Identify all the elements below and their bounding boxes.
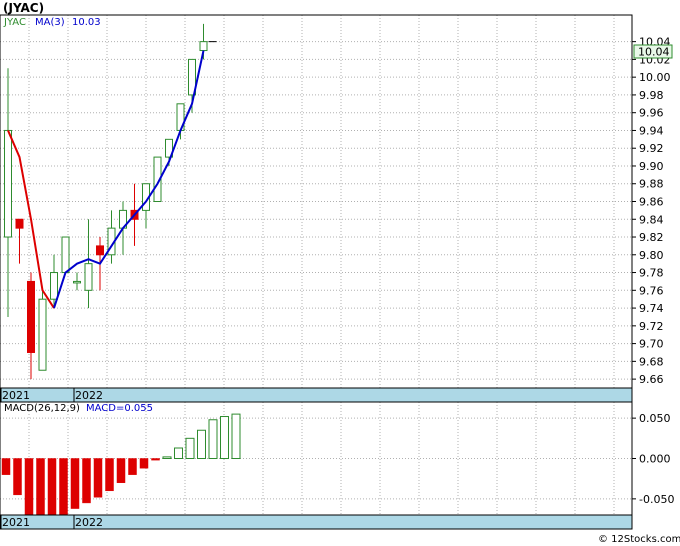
price-tick-label: 9.90 bbox=[639, 160, 664, 173]
price-tick-label: 9.72 bbox=[639, 320, 664, 333]
macd-bar-negative bbox=[24, 458, 34, 516]
macd-bar-positive bbox=[185, 437, 195, 460]
macd-bar-negative bbox=[151, 458, 160, 461]
year-label: 2021 bbox=[2, 516, 30, 529]
price-tick-label: 9.78 bbox=[639, 267, 664, 280]
price-tick-label: 9.68 bbox=[639, 355, 664, 368]
stock-chart: (JYAC) 10.0410.0210.009.989.969.949.929.… bbox=[0, 0, 680, 546]
macd-bar-positive bbox=[197, 429, 206, 459]
year-label: 2022 bbox=[75, 389, 103, 402]
price-tick-label: 9.94 bbox=[639, 124, 664, 137]
candle-down bbox=[96, 245, 104, 256]
candle-down bbox=[27, 280, 35, 353]
legend-ma-label: MA(3) bbox=[35, 17, 65, 28]
candle-up bbox=[84, 263, 93, 291]
macd-bar-negative bbox=[93, 458, 103, 498]
last-price-badge: 10.04 bbox=[633, 44, 673, 59]
price-legend: JYAC MA(3) 10.03 bbox=[3, 17, 101, 28]
candle-up bbox=[38, 298, 47, 371]
candle-up bbox=[73, 280, 81, 284]
price-tick-label: 9.76 bbox=[639, 284, 664, 297]
price-tick-label: 9.86 bbox=[639, 196, 664, 209]
price-tick-label: 9.96 bbox=[639, 107, 664, 120]
macd-tick-label: 0.050 bbox=[639, 412, 671, 425]
macd-bar-negative bbox=[139, 458, 149, 469]
macd-bar-negative bbox=[116, 458, 126, 483]
price-tick-label: 9.74 bbox=[639, 302, 664, 315]
price-tick-label: 9.84 bbox=[639, 213, 664, 226]
macd-bar-negative bbox=[13, 458, 22, 496]
macd-bar-negative bbox=[128, 458, 137, 475]
macd-tick-label: 0.000 bbox=[639, 453, 671, 466]
chart-title: (JYAC) bbox=[3, 1, 44, 15]
macd-bar-negative bbox=[47, 458, 57, 521]
macd-bar-negative bbox=[59, 458, 68, 516]
price-tick-label: 9.92 bbox=[639, 142, 664, 155]
macd-bar-negative bbox=[36, 458, 45, 522]
price-tick-label: 9.88 bbox=[639, 178, 664, 191]
watermark: © 12Stocks.com bbox=[598, 534, 680, 545]
candle-up bbox=[199, 41, 208, 52]
price-tick-label: 9.66 bbox=[639, 373, 664, 386]
macd-bar-positive bbox=[220, 416, 229, 459]
macd-bar-positive bbox=[231, 413, 241, 460]
candle-up bbox=[4, 129, 12, 238]
macd-legend-label: MACD(26,12,9) bbox=[4, 403, 80, 414]
candle-up bbox=[61, 236, 70, 274]
macd-bar-positive bbox=[174, 447, 183, 459]
legend-ma-value: 10.03 bbox=[72, 17, 101, 28]
macd-bar-positive bbox=[162, 456, 172, 459]
price-tick-label: 9.98 bbox=[639, 89, 664, 102]
macd-bar-negative bbox=[1, 458, 11, 475]
macd-bar-negative bbox=[82, 458, 91, 504]
macd-tick-label: -0.050 bbox=[639, 493, 674, 506]
macd-bar-negative bbox=[105, 458, 114, 492]
macd-bar-positive bbox=[208, 419, 218, 459]
year-label: 2021 bbox=[2, 389, 30, 402]
legend-ticker: JYAC bbox=[3, 17, 26, 28]
price-tick-label: 9.70 bbox=[639, 338, 664, 351]
macd-legend: MACD(26,12,9) MACD=0.055 bbox=[4, 403, 153, 414]
macd-legend-value: MACD=0.055 bbox=[86, 403, 153, 414]
macd-bar-negative bbox=[70, 458, 80, 509]
last-price-value: 10.04 bbox=[638, 46, 670, 59]
price-tick-label: 9.80 bbox=[639, 249, 664, 262]
year-label: 2022 bbox=[75, 516, 103, 529]
price-tick-label: 9.82 bbox=[639, 231, 664, 244]
candle-up bbox=[50, 272, 58, 300]
candle-down bbox=[15, 218, 24, 229]
price-tick-label: 10.00 bbox=[639, 71, 671, 84]
